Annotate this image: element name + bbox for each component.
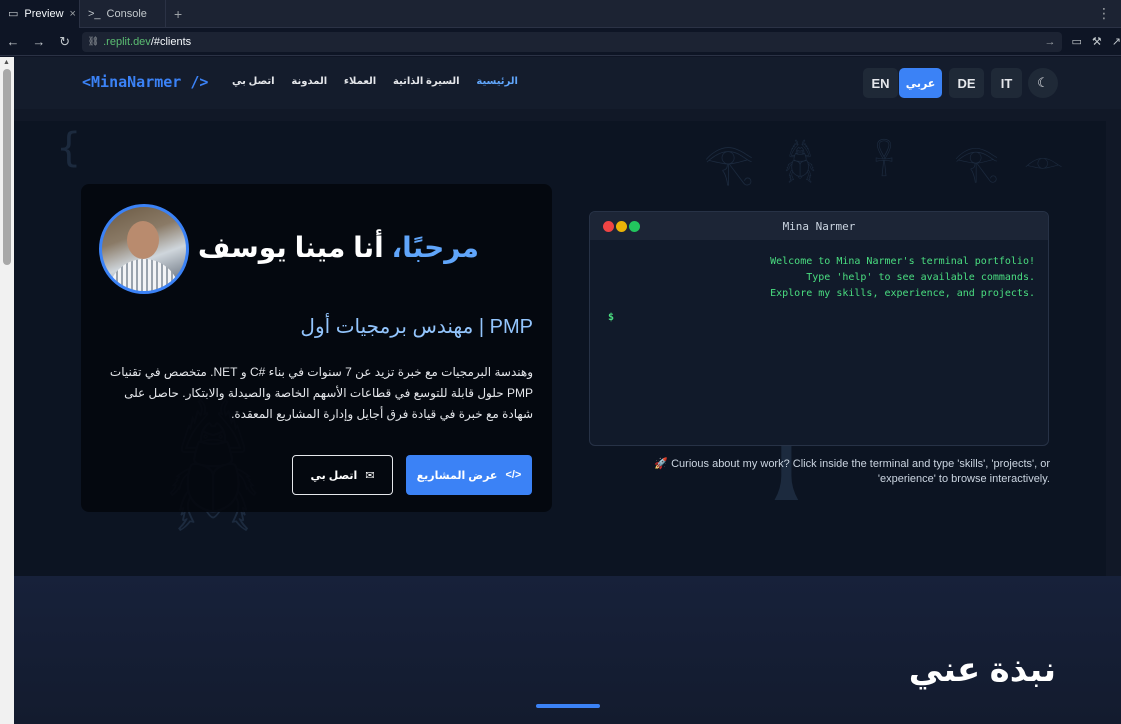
devices-icon[interactable]: ▭ <box>1072 35 1082 48</box>
link-icon: ⛓ <box>87 36 100 46</box>
monitor-icon: ▭ <box>8 8 19 20</box>
hero-name: أنا مينا يوسف <box>197 232 392 263</box>
url-path: /#clients <box>150 35 192 48</box>
portfolio-site: <MinaNarmer /> اتصل بي المدونة العملاء ا… <box>14 57 1121 724</box>
terminal-line: Type 'help' to see available commands. <box>806 272 1035 283</box>
tab-console-label: Console <box>106 7 147 20</box>
about-title: نبذة عني <box>908 651 1056 689</box>
reload-icon[interactable]: ↻ <box>52 34 78 50</box>
terminal-window[interactable]: Mina Narmer Welcome to Mina Narmer's ter… <box>589 211 1049 446</box>
nav-clients[interactable]: العملاء <box>344 76 376 87</box>
url-bar: ← → ↻ ⛓ .replit.dev /#clients → ▭ ⚒ ↗ <box>0 28 1121 56</box>
hero-bio: وهندسة البرمجيات مع خبرة تزيد عن 7 سنوات… <box>109 365 533 421</box>
url-input[interactable]: ⛓ .replit.dev /#clients → <box>81 31 1062 52</box>
preview-viewport: ▲ <MinaNarmer /> اتصل بي المدونة العملاء… <box>0 57 1121 724</box>
lang-it-button[interactable]: IT <box>991 68 1022 98</box>
nav-blog[interactable]: المدونة <box>291 76 327 87</box>
lang-de-button[interactable]: DE <box>949 68 984 98</box>
hero-role: PMP | مهندس برمجيات أول <box>300 316 533 338</box>
terminal-line: Welcome to Mina Narmer's terminal portfo… <box>770 256 1035 267</box>
terminal-title: Mina Narmer <box>782 220 856 233</box>
terminal-line: Explore my skills, experience, and proje… <box>770 288 1035 299</box>
moon-icon[interactable]: ☾ <box>1028 68 1058 98</box>
scrollbar-thumb[interactable] <box>3 69 11 265</box>
wrench-icon[interactable]: ⚒ <box>1092 35 1102 48</box>
site-logo[interactable]: <MinaNarmer /> <box>82 73 208 91</box>
hero-section: { 𓂀 𓆣 𓋹 𓂀 𓁹 𓆣 ☥ مرحبًا، أنا مينا يوسف PM… <box>14 121 1106 576</box>
go-arrow-icon[interactable]: → <box>1045 36 1056 48</box>
brace-glyph-icon: { <box>56 125 82 171</box>
tab-bar: ▭ Preview × >_ Console + ⋮ <box>0 0 1121 28</box>
view-projects-label: عرض المشاريع <box>416 469 498 482</box>
back-arrow-icon[interactable]: ← <box>0 34 26 49</box>
nav-home[interactable]: الرئيسية <box>476 76 518 87</box>
more-options-icon[interactable]: ⋮ <box>1087 5 1121 22</box>
hieroglyph-icon: 𓆣 <box>784 143 817 184</box>
forward-arrow-icon[interactable]: → <box>26 34 52 49</box>
nav-resume[interactable]: السيرة الذاتية <box>393 76 460 87</box>
hieroglyph-icon: 𓋹 <box>874 143 895 184</box>
contact-button-label: اتصل بي <box>310 469 358 482</box>
lang-ar-button[interactable]: عربي <box>899 68 942 98</box>
tab-console[interactable]: >_ Console <box>80 0 166 28</box>
intro-card: مرحبًا، أنا مينا يوسف PMP | مهندس برمجيا… <box>81 184 552 512</box>
scrollbar[interactable]: ▲ <box>0 57 14 724</box>
title-underline <box>536 704 600 708</box>
hero-heading: مرحبًا، أنا مينا يوسف <box>198 231 479 264</box>
site-navbar: <MinaNarmer /> اتصل بي المدونة العملاء ا… <box>14 57 1121 109</box>
about-section: نبذة عني <box>14 576 1121 724</box>
code-icon: </> <box>505 469 522 481</box>
url-domain: .replit.dev <box>103 35 151 48</box>
tab-preview-label: Preview <box>24 7 64 20</box>
contact-button[interactable]: اتصل بي ✉ <box>292 455 393 495</box>
hieroglyph-icon: 𓂀 <box>954 143 999 184</box>
scroll-up-icon[interactable]: ▲ <box>3 59 10 66</box>
tab-preview[interactable]: ▭ Preview × <box>0 0 80 28</box>
mail-icon: ✉ <box>365 469 375 482</box>
hieroglyph-icon: 𓂀 <box>704 141 754 187</box>
nav-links: اتصل بي المدونة العملاء السيرة الذاتية ا… <box>232 76 518 87</box>
add-tab-button[interactable]: + <box>166 6 190 22</box>
avatar <box>99 204 189 294</box>
terminal-header: Mina Narmer <box>590 212 1048 240</box>
hero-greeting: مرحبًا، <box>391 232 479 263</box>
terminal-body[interactable]: Welcome to Mina Narmer's terminal portfo… <box>590 240 1048 323</box>
terminal-prompt[interactable]: $ <box>608 312 1035 323</box>
view-projects-button[interactable]: عرض المشاريع </> <box>406 455 532 495</box>
terminal-icon: >_ <box>88 7 101 20</box>
nav-contact[interactable]: اتصل بي <box>232 76 275 87</box>
close-icon[interactable]: × <box>70 8 76 20</box>
open-external-icon[interactable]: ↗ <box>1112 35 1121 48</box>
hieroglyph-icon: 𓁹 <box>1024 142 1064 180</box>
terminal-hint: 🚀 Curious about my work? Click inside th… <box>654 458 1050 485</box>
lang-en-button[interactable]: EN <box>863 68 898 98</box>
